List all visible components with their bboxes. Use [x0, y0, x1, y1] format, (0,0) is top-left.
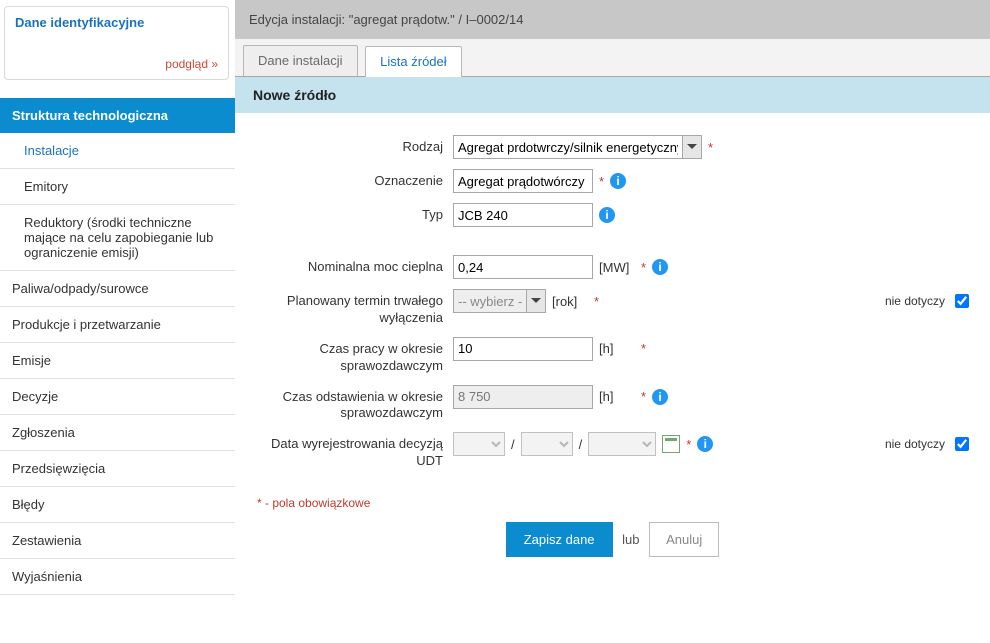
nominalna-input[interactable]: [453, 255, 593, 279]
nie-dotyczy-label: nie dotyczy: [885, 437, 945, 451]
nav-menu: Struktura technologiczna Instalacje Emit…: [0, 98, 235, 595]
unit-mw: [MW]: [599, 260, 635, 275]
required-marker: *: [594, 294, 599, 309]
cancel-button[interactable]: Anuluj: [649, 522, 719, 557]
unit-h: [h]: [599, 341, 635, 356]
menu-item-paliwa[interactable]: Paliwa/odpady/surowce: [0, 271, 235, 307]
czas-pracy-input[interactable]: [453, 337, 593, 361]
menu-item-zgloszenia[interactable]: Zgłoszenia: [0, 415, 235, 451]
menu-sub-reduktory[interactable]: Reduktory (środki techniczne mające na c…: [0, 205, 235, 271]
date-sep: /: [579, 437, 583, 452]
date-day-select: [453, 432, 505, 456]
menu-item-przedsiewziecia[interactable]: Przedsięwzięcia: [0, 451, 235, 487]
label-czas-odst: Czas odstawienia w okresie sprawozdawczy…: [253, 385, 453, 423]
label-typ: Typ: [253, 203, 453, 222]
label-data-udt: Data wyrejestrowania decyzją UDT: [253, 432, 453, 470]
rodzaj-select[interactable]: [453, 135, 683, 159]
plan-select[interactable]: [453, 289, 527, 313]
menu-item-zestawienia[interactable]: Zestawienia: [0, 523, 235, 559]
or-label: lub: [622, 532, 639, 547]
label-oznaczenie: Oznaczenie: [253, 169, 453, 188]
date-month-select: [521, 432, 573, 456]
required-note: * - pola obowiązkowe: [257, 496, 972, 510]
nie-dotyczy-label: nie dotyczy: [885, 294, 945, 308]
info-icon[interactable]: i: [610, 173, 626, 189]
menu-sub-instalacje[interactable]: Instalacje: [0, 133, 235, 169]
tab-lista-zrodel[interactable]: Lista źródeł: [365, 46, 461, 77]
identity-box: Dane identyfikacyjne podgląd »: [4, 6, 229, 80]
required-marker: *: [686, 437, 691, 452]
identity-title: Dane identyfikacyjne: [15, 15, 218, 30]
info-icon[interactable]: i: [652, 259, 668, 275]
menu-item-bledy[interactable]: Błędy: [0, 487, 235, 523]
menu-item-wyjasnienia[interactable]: Wyjaśnienia: [0, 559, 235, 595]
menu-item-produkcje[interactable]: Produkcje i przetwarzanie: [0, 307, 235, 343]
typ-input[interactable]: [453, 203, 593, 227]
info-icon[interactable]: i: [652, 389, 668, 405]
chevron-down-icon[interactable]: [527, 289, 546, 313]
unit-rok: [rok]: [552, 294, 588, 309]
form: Rodzaj * Oznaczenie * i Typ: [235, 113, 990, 561]
label-czas-pracy: Czas pracy w okresie sprawozdawczym: [253, 337, 453, 375]
section-title: Nowe źródło: [235, 77, 990, 113]
required-marker: *: [708, 140, 713, 155]
label-plan: Planowany termin trwałego wyłączenia: [253, 289, 453, 327]
tab-dane-instalacji[interactable]: Dane instalacji: [243, 45, 358, 76]
nie-dotyczy-checkbox-plan[interactable]: [955, 294, 969, 308]
content: Edycja instalacji: "agregat prądotw." / …: [235, 0, 990, 643]
sidebar: Dane identyfikacyjne podgląd » Struktura…: [0, 0, 235, 643]
preview-link[interactable]: podgląd »: [165, 57, 218, 71]
page-header: Edycja instalacji: "agregat prądotw." / …: [235, 0, 990, 39]
oznaczenie-input[interactable]: [453, 169, 593, 193]
info-icon[interactable]: i: [697, 436, 713, 452]
save-button[interactable]: Zapisz dane: [506, 522, 613, 557]
menu-item-decyzje[interactable]: Decyzje: [0, 379, 235, 415]
chevron-down-icon[interactable]: [683, 135, 702, 159]
label-rodzaj: Rodzaj: [253, 135, 453, 154]
czas-odst-input: [453, 385, 593, 409]
required-marker: *: [599, 174, 604, 189]
label-nominalna: Nominalna moc cieplna: [253, 255, 453, 274]
tabs-bar: Dane instalacji Lista źródeł: [235, 39, 990, 77]
date-year-select: [588, 432, 656, 456]
info-icon[interactable]: i: [599, 207, 615, 223]
nie-dotyczy-checkbox-udt[interactable]: [955, 437, 969, 451]
menu-head-struktura[interactable]: Struktura technologiczna: [0, 98, 235, 133]
calendar-icon[interactable]: [662, 435, 680, 453]
unit-h: [h]: [599, 389, 635, 404]
required-marker: *: [641, 341, 646, 356]
button-bar: Zapisz dane lub Anuluj: [253, 522, 972, 557]
date-sep: /: [511, 437, 515, 452]
menu-sub-emitory[interactable]: Emitory: [0, 169, 235, 205]
menu-item-emisje[interactable]: Emisje: [0, 343, 235, 379]
required-marker: *: [641, 389, 646, 404]
required-marker: *: [641, 260, 646, 275]
